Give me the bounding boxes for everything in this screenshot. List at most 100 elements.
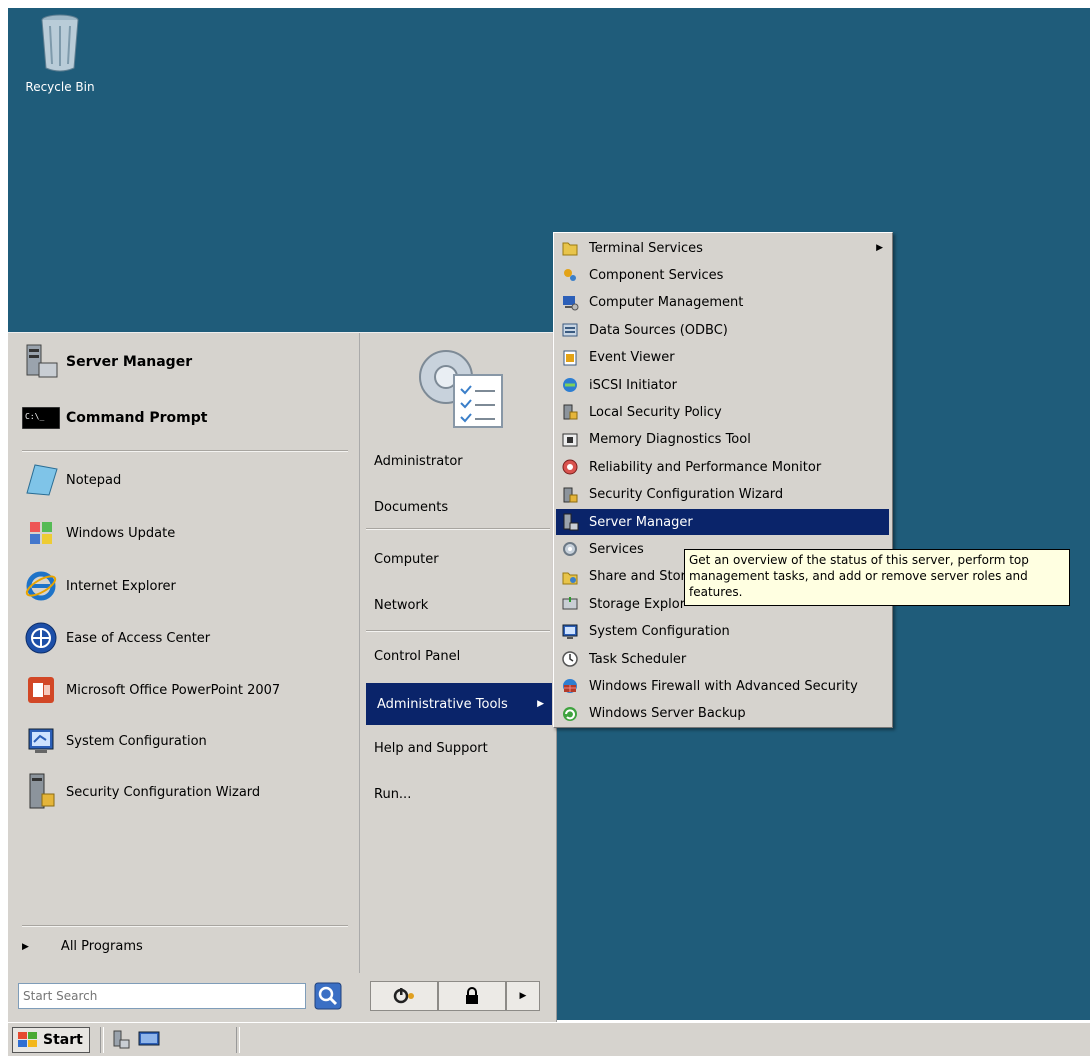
admin-tools-item[interactable]: iSCSI Initiator: [556, 372, 889, 398]
security-wizard-icon: [22, 773, 60, 811]
pinned-server-manager[interactable]: Server Manager: [22, 343, 192, 381]
right-arrow-icon: ▶: [519, 991, 527, 1001]
lock-icon: [466, 987, 478, 1004]
command-prompt-icon: C:\_: [22, 399, 60, 437]
share-storage-icon: [559, 567, 581, 587]
separator: [22, 925, 348, 927]
recent-powerpoint[interactable]: Microsoft Office PowerPoint 2007: [22, 671, 280, 709]
admin-tools-item-label: Reliability and Performance Monitor: [589, 459, 822, 475]
power-icon: [393, 988, 414, 1004]
search-icon: [314, 982, 342, 1010]
pinned-command-prompt[interactable]: C:\_ Command Prompt: [22, 399, 207, 437]
storage-explorer-icon: [559, 594, 581, 614]
start-menu-bottom-bar: ▶: [8, 973, 556, 1023]
admin-tools-item[interactable]: Computer Management: [556, 290, 889, 316]
taskbar: Start: [8, 1022, 1090, 1056]
admin-tools-item[interactable]: Terminal Services ▶: [556, 235, 889, 261]
admin-tools-item-label: Server Manager: [589, 514, 693, 530]
recent-ease-of-access[interactable]: Ease of Access Center: [22, 619, 210, 657]
folder-icon: [559, 238, 581, 258]
taskbar-divider: [100, 1027, 104, 1053]
admin-tools-item-label: Windows Firewall with Advanced Security: [589, 678, 858, 694]
admin-tools-item[interactable]: Task Scheduler: [556, 646, 889, 672]
recent-label: Ease of Access Center: [66, 630, 211, 646]
right-item-run[interactable]: Run...: [374, 787, 411, 802]
admin-tools-item-label: System Configuration: [589, 624, 730, 640]
admin-tools-item[interactable]: Windows Server Backup: [556, 701, 889, 727]
taskbar-divider: [236, 1027, 240, 1053]
event-viewer-icon: [559, 348, 581, 368]
powerpoint-icon: [22, 671, 60, 709]
admin-tools-item[interactable]: Memory Diagnostics Tool: [556, 427, 889, 453]
right-item-administrator[interactable]: Administrator: [374, 454, 463, 469]
admin-tools-item[interactable]: Reliability and Performance Monitor: [556, 454, 889, 480]
shutdown-options-button[interactable]: ▶: [506, 981, 540, 1011]
recent-label: Microsoft Office PowerPoint 2007: [66, 682, 281, 698]
task-scheduler-icon: [559, 649, 581, 669]
start-menu-left-pane: Server Manager C:\_ Command Prompt Notep…: [8, 333, 357, 973]
lock-button[interactable]: [438, 981, 506, 1011]
server-manager-icon: [113, 1030, 130, 1049]
notepad-icon: [22, 461, 60, 499]
admin-tools-item[interactable]: Local Security Policy: [556, 399, 889, 425]
performance-monitor-icon: [559, 457, 581, 477]
ease-of-access-icon: [22, 619, 60, 657]
system-configuration-icon: [22, 722, 60, 760]
recent-windows-update[interactable]: Windows Update: [22, 514, 175, 552]
admin-tools-item[interactable]: Security Configuration Wizard: [556, 482, 889, 508]
admin-tools-item[interactable]: Windows Firewall with Advanced Security: [556, 673, 889, 699]
recent-label: Internet Explorer: [66, 578, 176, 594]
all-programs[interactable]: ▶ All Programs: [22, 939, 143, 954]
admin-tools-item-label: Component Services: [589, 267, 724, 283]
admin-tools-item-label: Storage Explor: [589, 596, 686, 612]
separator: [366, 630, 550, 632]
search-button[interactable]: [314, 982, 342, 1010]
power-button[interactable]: [370, 981, 438, 1011]
right-item-computer[interactable]: Computer: [374, 552, 439, 567]
right-item-network[interactable]: Network: [374, 598, 428, 613]
security-wizard-icon: [559, 485, 581, 505]
admin-tools-item[interactable]: Data Sources (ODBC): [556, 317, 889, 343]
pinned-label: Server Manager: [66, 354, 193, 370]
firewall-icon: [559, 676, 581, 696]
memory-diagnostics-icon: [559, 430, 581, 450]
recent-label: Notepad: [66, 472, 122, 488]
right-item-documents[interactable]: Documents: [374, 500, 448, 515]
quicklaunch-show-desktop[interactable]: [138, 1030, 160, 1052]
recent-internet-explorer[interactable]: Internet Explorer: [22, 567, 176, 605]
recent-label: System Configuration: [66, 733, 207, 749]
admin-tools-item[interactable]: Server Manager: [556, 509, 889, 535]
right-item-control-panel[interactable]: Control Panel: [374, 649, 460, 664]
recent-label: Windows Update: [66, 525, 176, 541]
recent-system-configuration[interactable]: System Configuration: [22, 722, 207, 760]
recycle-bin-icon: [41, 14, 79, 72]
right-arrow-icon: ▶: [537, 699, 544, 709]
system-configuration-icon: [559, 622, 581, 642]
admin-tools-item-label: Local Security Policy: [589, 404, 722, 420]
quicklaunch-server-manager[interactable]: [112, 1030, 130, 1054]
admin-tools-item[interactable]: Component Services: [556, 262, 889, 288]
windows-logo-icon: [18, 1032, 37, 1047]
server-manager-icon: [22, 343, 60, 381]
all-programs-label: All Programs: [60, 939, 143, 954]
admin-tools-item-label: Security Configuration Wizard: [589, 487, 784, 503]
right-item-help-and-support[interactable]: Help and Support: [374, 741, 488, 756]
admin-tools-item-label: Event Viewer: [589, 350, 675, 366]
admin-tools-item[interactable]: System Configuration: [556, 619, 889, 645]
admin-tools-item[interactable]: Event Viewer: [556, 345, 889, 371]
start-search-input[interactable]: [18, 983, 306, 1009]
admin-tools-item-label: Computer Management: [589, 295, 744, 311]
odbc-icon: [559, 320, 581, 340]
server-backup-icon: [559, 704, 581, 724]
administrative-tools-label: Administrative Tools: [377, 696, 508, 712]
recent-notepad[interactable]: Notepad: [22, 461, 121, 499]
separator: [366, 528, 550, 530]
right-item-administrative-tools[interactable]: Administrative Tools ▶: [366, 683, 552, 725]
admin-tools-item-label: Share and Stor: [589, 569, 686, 585]
start-label: Start: [43, 1032, 83, 1048]
admin-tools-item-label: Task Scheduler: [589, 651, 687, 667]
recent-label: Security Configuration Wizard: [66, 784, 261, 800]
recent-security-wizard[interactable]: Security Configuration Wizard: [22, 773, 260, 811]
recycle-bin[interactable]: Recycle Bin: [20, 12, 100, 94]
start-button[interactable]: Start: [12, 1027, 90, 1053]
